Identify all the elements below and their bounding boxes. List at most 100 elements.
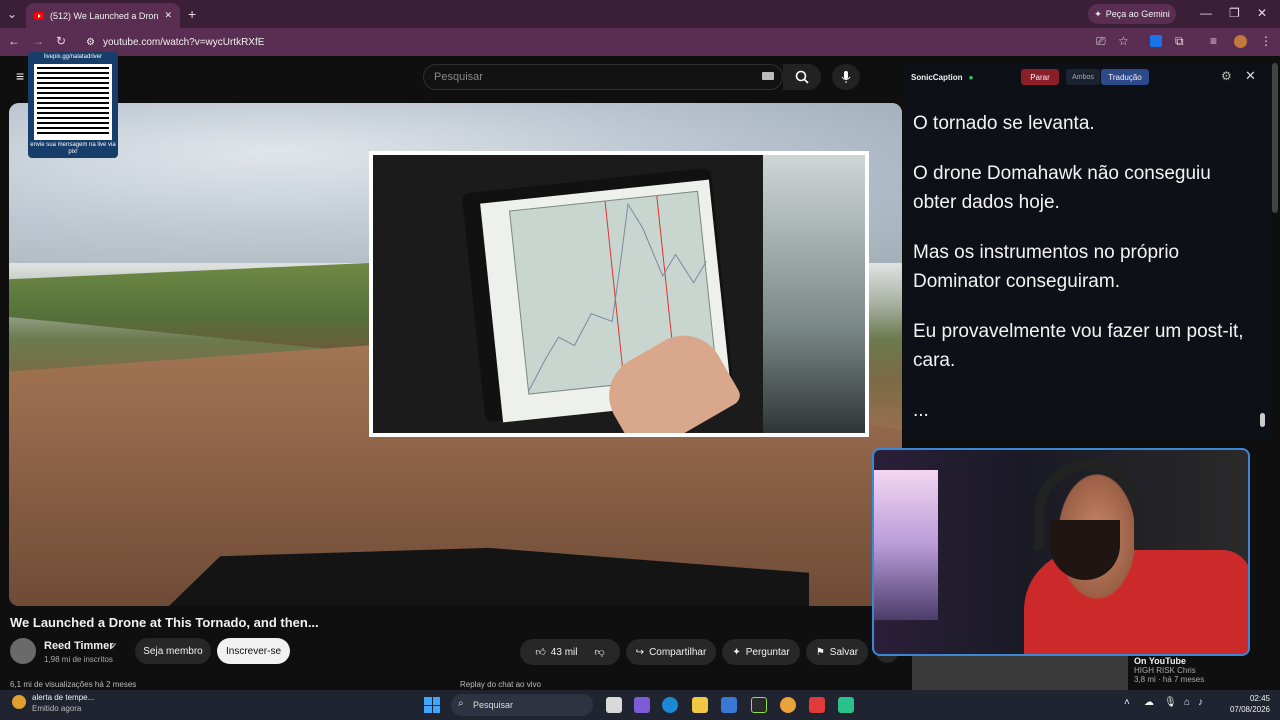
dislike-icon[interactable]: 👎︎ <box>594 646 604 658</box>
recommendation-thumbnail[interactable] <box>912 656 1128 690</box>
weather-alert-icon[interactable] <box>12 695 26 709</box>
minimize-button[interactable]: — <box>1200 6 1212 20</box>
caption-scrollbar[interactable] <box>1260 413 1265 427</box>
new-tab-button[interactable]: + <box>188 6 196 22</box>
forward-icon[interactable]: → <box>32 34 44 48</box>
close-window-button[interactable]: ✕ <box>1257 6 1267 20</box>
gemini-button[interactable]: ✦ Peça ao Gemini <box>1088 4 1176 24</box>
file-explorer-icon[interactable] <box>692 697 708 713</box>
bookmark-star-icon[interactable]: ☆ <box>1118 34 1129 48</box>
cast-icon[interactable]: ⎚ <box>1096 34 1106 49</box>
like-count[interactable]: 43 mil <box>551 647 578 658</box>
microphone-icon <box>841 71 851 83</box>
page-scrollbar[interactable] <box>1272 63 1278 213</box>
search-input[interactable]: Pesquisar <box>423 64 783 90</box>
caption-line: Mas os instrumentos no próprio Dominator… <box>913 242 1180 292</box>
video-player[interactable] <box>9 103 902 606</box>
webcam-overlay <box>872 448 1250 656</box>
ask-button[interactable]: ✦ Perguntar <box>722 639 800 665</box>
weather-widget[interactable]: alerta de tempe... Emitido agora <box>32 692 94 714</box>
site-info-icon[interactable]: ⚙ <box>86 37 95 48</box>
inset-cabin-window <box>763 155 865 433</box>
weather-title: alerta de tempe... <box>32 693 95 702</box>
recommendation-info[interactable]: On YouTube HIGH RISK Chris 3,8 mi · há 7… <box>1134 656 1204 684</box>
caption-brand: SonicCaption <box>911 72 963 82</box>
chat-replay-label[interactable]: Replay do chat ao vivo <box>460 680 541 689</box>
search-button[interactable] <box>783 64 821 90</box>
mic-tray-icon[interactable]: 🎙︎ <box>1164 697 1177 708</box>
voice-search-button[interactable] <box>832 64 860 90</box>
extensions-icon[interactable]: ⧉ <box>1175 34 1184 49</box>
keyboard-icon[interactable] <box>762 72 774 80</box>
app-green-icon[interactable] <box>838 697 854 713</box>
reading-list-icon[interactable]: ≡ <box>1210 34 1217 48</box>
more-menu-icon[interactable]: ⋮ <box>1260 34 1272 48</box>
like-icon[interactable]: 👍︎ <box>535 646 545 658</box>
app-red-icon[interactable] <box>809 697 825 713</box>
qr-code-image <box>34 64 112 140</box>
copilot-icon[interactable] <box>634 697 650 713</box>
tray-chevron-icon[interactable]: ˄ <box>1124 697 1130 708</box>
tab-list-icon[interactable]: ⌄ <box>7 7 17 21</box>
back-icon[interactable]: ← <box>8 34 20 48</box>
chrome-icon[interactable] <box>780 697 796 713</box>
save-button[interactable]: ⚑ Salvar <box>806 639 868 665</box>
webcam-pc-case <box>874 470 938 620</box>
views-and-date[interactable]: 6,1 mi de visualizações há 2 meses <box>10 680 136 689</box>
share-label: Compartilhar <box>649 646 707 658</box>
profile-avatar[interactable] <box>1234 35 1247 48</box>
join-button[interactable]: Seja membro <box>135 638 211 664</box>
settings-gear-icon[interactable]: ⚙ <box>1221 69 1232 83</box>
caption-line: O tornado se levanta. <box>913 113 1095 134</box>
close-tab-icon[interactable]: ✕ <box>164 10 172 21</box>
channel-name[interactable]: Reed Timmer <box>44 640 114 652</box>
tab-title: (512) We Launched a Dron <box>50 10 159 21</box>
share-icon: ↪ <box>635 646 645 658</box>
share-button[interactable]: ↪ Compartilhar <box>626 639 716 665</box>
hamburger-menu-icon[interactable]: ≡ <box>16 68 24 84</box>
taskbar-search[interactable]: ⌕ Pesquisar <box>451 694 593 716</box>
like-dislike-group: 👍︎ 43 mil 👎︎ <box>520 639 620 665</box>
mail-icon[interactable] <box>721 697 737 713</box>
maximize-button[interactable]: ❐ <box>1229 6 1240 20</box>
address-bar[interactable]: ⚙ youtube.com/watch?v=wycUrtkRXfE <box>80 32 1140 52</box>
task-view-icon[interactable] <box>606 697 622 713</box>
subscribe-button[interactable]: Inscrever-se <box>217 638 290 664</box>
save-label: Salvar <box>829 646 859 658</box>
clock-date: 07/08/2026 <box>1229 705 1270 714</box>
extension-s-icon[interactable] <box>1150 35 1162 47</box>
soniccaption-panel: SonicCaption ● Parar Ambos Tradução ⚙ ✕ … <box>903 63 1271 439</box>
windows-start-icon[interactable] <box>424 697 440 713</box>
caption-line: ... <box>913 400 929 421</box>
app-icon[interactable] <box>751 697 767 713</box>
gemini-sparkle-icon: ✦ <box>1094 8 1102 19</box>
bookmark-icon: ⚑ <box>815 646 825 658</box>
ask-label: Perguntar <box>745 646 790 658</box>
caption-text: O tornado se levanta. O drone Domahawk n… <box>913 109 1253 446</box>
system-clock[interactable]: 02:45 07/08/2026 <box>1212 693 1270 715</box>
cloud-icon[interactable]: ☁ <box>1144 697 1154 708</box>
status-dot-icon: ● <box>968 72 974 82</box>
video-inset-tablet-shot <box>369 151 869 437</box>
verified-icon: ✔ <box>110 641 118 651</box>
reload-icon[interactable]: ↻ <box>56 34 66 48</box>
close-icon[interactable]: ✕ <box>1245 68 1256 84</box>
video-title: We Launched a Drone at This Tornado, and… <box>10 615 319 630</box>
stop-button[interactable]: Parar <box>1021 69 1059 85</box>
browser-tab-active[interactable]: (512) We Launched a Dron ✕ <box>26 3 180 28</box>
caption-line: Eu provavelmente vou fazer um post-it, c… <box>913 321 1244 371</box>
sparkle-icon: ✦ <box>732 646 741 658</box>
network-icon[interactable]: ⌂ <box>1184 697 1190 708</box>
search-placeholder: Pesquisar <box>434 71 483 83</box>
gemini-label: Peça ao Gemini <box>1105 9 1170 19</box>
edge-icon[interactable] <box>662 697 678 713</box>
translate-button[interactable]: Tradução <box>1101 69 1149 85</box>
url-text: youtube.com/watch?v=wycUrtkRXfE <box>102 36 265 48</box>
video-field <box>9 263 369 353</box>
both-button[interactable]: Ambos <box>1066 69 1100 85</box>
weather-sub: Emitido agora <box>32 704 82 713</box>
youtube-favicon-icon <box>34 11 44 20</box>
volume-icon[interactable]: ♪ <box>1198 697 1203 708</box>
qr-top-text: livepix.gg/nalatadriver <box>43 54 103 60</box>
channel-avatar[interactable] <box>10 638 36 664</box>
